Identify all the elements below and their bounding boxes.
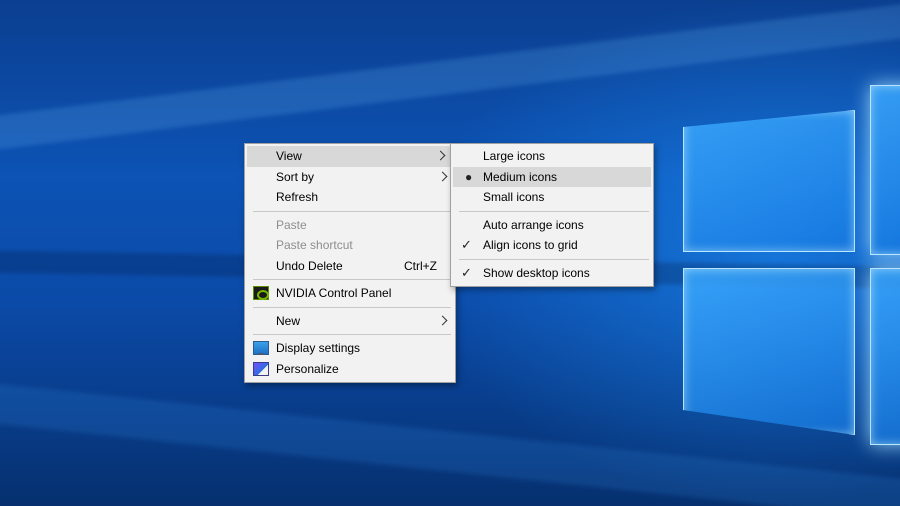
menu-separator [459,210,649,212]
menu-item-personalize[interactable]: Personalize [245,359,455,380]
menu-item-label: NVIDIA Control Panel [276,286,392,300]
menu-item-label: Refresh [276,190,319,204]
menu-item-paste[interactable]: Paste [245,215,455,236]
menu-item-label: Undo Delete [276,258,343,273]
windows-logo-pane [870,268,900,445]
menu-item-label: View [276,149,302,163]
menu-item-refresh[interactable]: Refresh [245,187,455,208]
desktop-context-menu: View Sort by Refresh Paste Paste shortcu… [244,143,456,383]
menu-item-label: Personalize [276,361,339,376]
menu-item-nvidia-control-panel[interactable]: NVIDIA Control Panel [245,283,455,304]
menu-item-label: Large icons [483,149,546,163]
submenu-item-large-icons[interactable]: Large icons [451,146,653,167]
chevron-right-icon [437,171,448,181]
menu-item-label: Align icons to grid [483,238,578,252]
menu-item-label: Paste shortcut [276,238,353,252]
menu-item-sort-by[interactable]: Sort by [245,167,455,188]
checkmark-icon: ✓ [461,237,472,252]
menu-separator [253,210,451,212]
view-submenu: Large icons ● Medium icons Small icons A… [450,143,654,287]
nvidia-icon [253,286,269,300]
submenu-item-align-icons-to-grid[interactable]: ✓ Align icons to grid [451,235,653,256]
checkmark-icon: ✓ [461,264,472,280]
menu-item-label: Sort by [276,169,315,184]
chevron-right-icon [435,150,446,161]
windows-logo-pane [683,110,855,252]
menu-item-shortcut: Ctrl+Z [404,258,437,273]
personalize-icon [253,361,269,376]
submenu-item-small-icons[interactable]: Small icons [451,187,653,208]
menu-separator [459,258,649,260]
menu-item-label: New [276,313,301,328]
radio-dot-icon: ● [465,169,473,184]
menu-item-label: Small icons [483,190,545,204]
monitor-icon [253,341,269,355]
submenu-item-auto-arrange-icons[interactable]: Auto arrange icons [451,215,653,236]
menu-item-new[interactable]: New [245,311,455,332]
menu-item-view[interactable]: View [247,146,453,167]
menu-separator [253,279,451,280]
windows-logo-pane [683,268,855,435]
menu-item-display-settings[interactable]: Display settings [245,338,455,359]
menu-item-label: Auto arrange icons [483,217,584,232]
menu-item-label: Display settings [276,341,361,355]
menu-item-label: Paste [276,217,307,232]
menu-separator [253,306,451,308]
menu-separator [253,334,451,335]
chevron-right-icon [437,315,448,325]
menu-item-label: Medium icons [483,169,558,184]
menu-item-paste-shortcut[interactable]: Paste shortcut [245,235,455,256]
submenu-item-medium-icons[interactable]: ● Medium icons [453,166,651,187]
menu-item-label: Show desktop icons [483,265,590,280]
windows-logo-pane [870,85,900,255]
menu-item-undo-delete[interactable]: Undo Delete Ctrl+Z [245,256,455,277]
submenu-item-show-desktop-icons[interactable]: ✓ Show desktop icons [451,263,653,284]
